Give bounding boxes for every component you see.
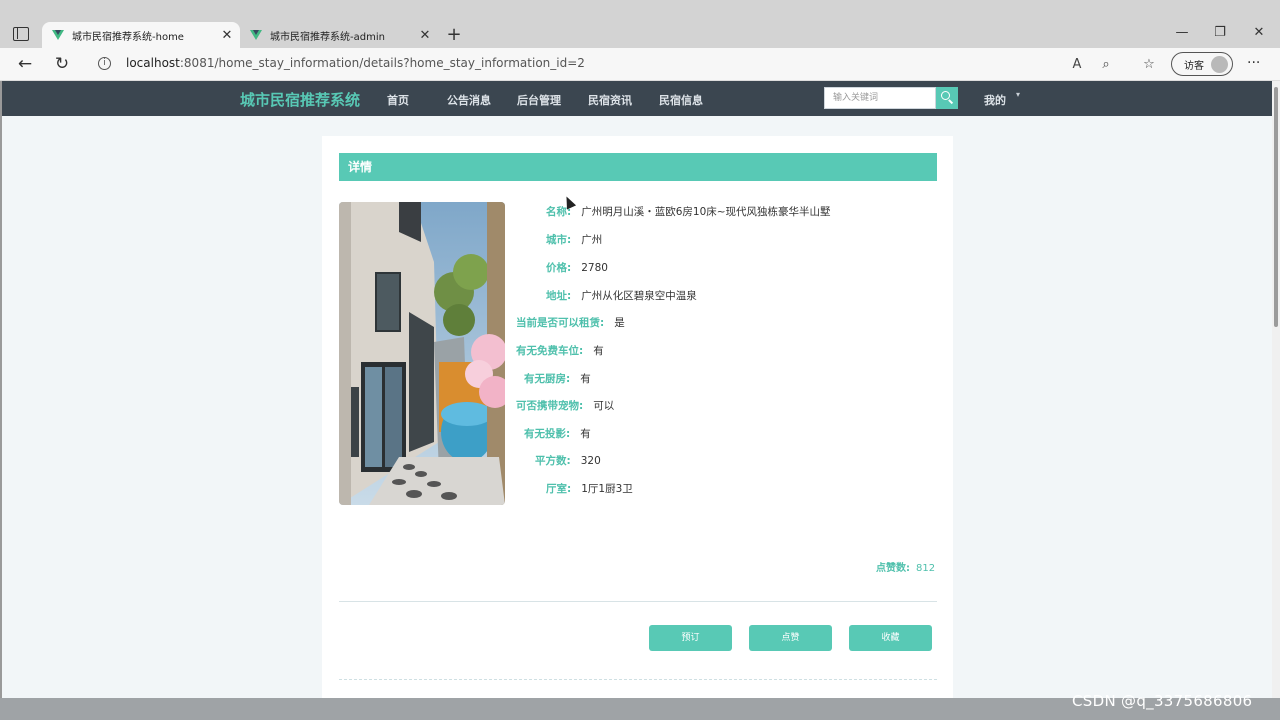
field-value: 2780 <box>581 262 608 274</box>
zoom-icon[interactable]: ⌕ <box>1097 57 1115 72</box>
book-button[interactable]: 预订 <box>649 625 732 651</box>
field-parking: 有无免费车位: 有 <box>516 343 604 358</box>
tab-close-icon[interactable]: ✕ <box>418 28 432 43</box>
favorites-icon[interactable]: ☆ <box>1140 57 1158 72</box>
search-button[interactable] <box>936 87 958 109</box>
field-label: 厅室: <box>546 483 572 495</box>
divider <box>339 601 937 602</box>
address-bar[interactable]: i localhost:8081/home_stay_information/d… <box>98 56 585 70</box>
field-label: 有无免费车位: <box>516 345 584 357</box>
minimize-icon[interactable]: — <box>1172 25 1192 40</box>
field-value: 有 <box>580 373 591 385</box>
field-label: 城市: <box>546 234 572 246</box>
field-projector: 有无投影: 有 <box>524 426 591 441</box>
field-value: 有 <box>580 428 591 440</box>
site-header: 城市民宿推荐系统 首页 公告消息 后台管理 民宿资讯 民宿信息 输入关键词 我的… <box>2 81 1276 116</box>
search-input[interactable]: 输入关键词 <box>824 87 936 109</box>
browser-tab-bar: 城市民宿推荐系统-home ✕ 城市民宿推荐系统-admin ✕ + — ❐ ✕ <box>0 0 1280 48</box>
field-label: 有无投影: <box>524 428 571 440</box>
nav-homestay-news[interactable]: 民宿资讯 <box>588 92 632 108</box>
nav-homestay-info[interactable]: 民宿信息 <box>659 92 703 108</box>
field-label: 有无厨房: <box>524 373 571 385</box>
close-window-icon[interactable]: ✕ <box>1249 25 1269 40</box>
field-value: 是 <box>614 317 625 329</box>
section-title: 详情 <box>339 153 937 181</box>
field-label: 地址: <box>546 290 572 302</box>
read-aloud-icon[interactable]: A <box>1068 57 1086 72</box>
nav-announcements[interactable]: 公告消息 <box>447 92 491 108</box>
divider <box>339 679 937 680</box>
watermark: CSDN @q_3375686806 <box>1072 692 1253 710</box>
vue-logo-icon <box>52 30 64 40</box>
scrollbar-thumb[interactable] <box>1274 87 1278 327</box>
browser-toolbar: ← ↻ i localhost:8081/home_stay_informati… <box>0 48 1280 81</box>
search-icon <box>941 91 950 100</box>
profile-label: 访客 <box>1184 60 1204 72</box>
tab-title: 城市民宿推荐系统-home <box>72 31 184 43</box>
field-label: 平方数: <box>535 455 571 467</box>
field-value: 广州 <box>581 234 603 246</box>
url-path: :8081/home_stay_information/details?home… <box>179 56 585 70</box>
field-value: 广州从化区碧泉空中温泉 <box>581 290 697 302</box>
tab-home[interactable]: 城市民宿推荐系统-home ✕ <box>42 22 240 48</box>
more-menu-icon[interactable]: ··· <box>1247 55 1260 71</box>
field-value: 320 <box>580 455 601 467</box>
field-rentable: 当前是否可以租赁: 是 <box>516 315 625 330</box>
tab-actions-icon[interactable] <box>13 27 29 41</box>
tab-admin[interactable]: 城市民宿推荐系统-admin ✕ <box>240 22 438 48</box>
url-host: localhost <box>126 56 180 70</box>
field-rooms: 厅室: 1厅1厨3卫 <box>546 481 633 496</box>
refresh-icon[interactable]: ↻ <box>52 54 72 74</box>
tab-title: 城市民宿推荐系统-admin <box>270 31 385 43</box>
restore-icon[interactable]: ❐ <box>1210 25 1230 40</box>
field-value: 广州明月山溪・蓝欧6房10床~现代风独栋豪华半山墅 <box>581 206 831 218</box>
back-icon[interactable]: ← <box>15 54 35 74</box>
field-address: 地址: 广州从化区碧泉空中温泉 <box>546 288 697 303</box>
likes-value: 812 <box>916 563 936 574</box>
chevron-down-icon: ▾ <box>1016 90 1021 99</box>
field-label: 当前是否可以租赁: <box>516 317 605 329</box>
tab-close-icon[interactable]: ✕ <box>220 28 234 43</box>
avatar <box>1211 56 1228 73</box>
like-button[interactable]: 点赞 <box>749 625 832 651</box>
field-value: 有 <box>593 345 604 357</box>
nav-home[interactable]: 首页 <box>387 92 409 108</box>
field-value: 可以 <box>593 400 615 412</box>
field-price: 价格: 2780 <box>546 260 608 275</box>
vue-logo-icon <box>250 30 262 40</box>
field-label: 价格: <box>546 262 572 274</box>
nav-mine[interactable]: 我的 <box>984 92 1006 108</box>
likes-count: 点赞数: 812 <box>876 559 935 574</box>
scrollbar[interactable] <box>1272 81 1280 698</box>
field-label: 可否携带宠物: <box>516 400 584 412</box>
field-area: 平方数: 320 <box>535 453 601 468</box>
site-info-icon[interactable]: i <box>98 56 111 70</box>
likes-label: 点赞数: <box>876 563 910 574</box>
new-tab-button[interactable]: + <box>444 24 464 45</box>
field-value: 1厅1厨3卫 <box>581 483 633 495</box>
nav-admin[interactable]: 后台管理 <box>517 92 561 108</box>
field-kitchen: 有无厨房: 有 <box>524 371 591 386</box>
site-brand[interactable]: 城市民宿推荐系统 <box>240 89 360 110</box>
field-name: 名称: 广州明月山溪・蓝欧6房10床~现代风独栋豪华半山墅 <box>546 204 831 219</box>
field-city: 城市: 广州 <box>546 232 602 247</box>
favorite-button[interactable]: 收藏 <box>849 625 932 651</box>
profile-button[interactable]: 访客 <box>1171 52 1233 76</box>
homestay-photo <box>339 202 505 505</box>
field-pets: 可否携带宠物: 可以 <box>516 398 614 413</box>
